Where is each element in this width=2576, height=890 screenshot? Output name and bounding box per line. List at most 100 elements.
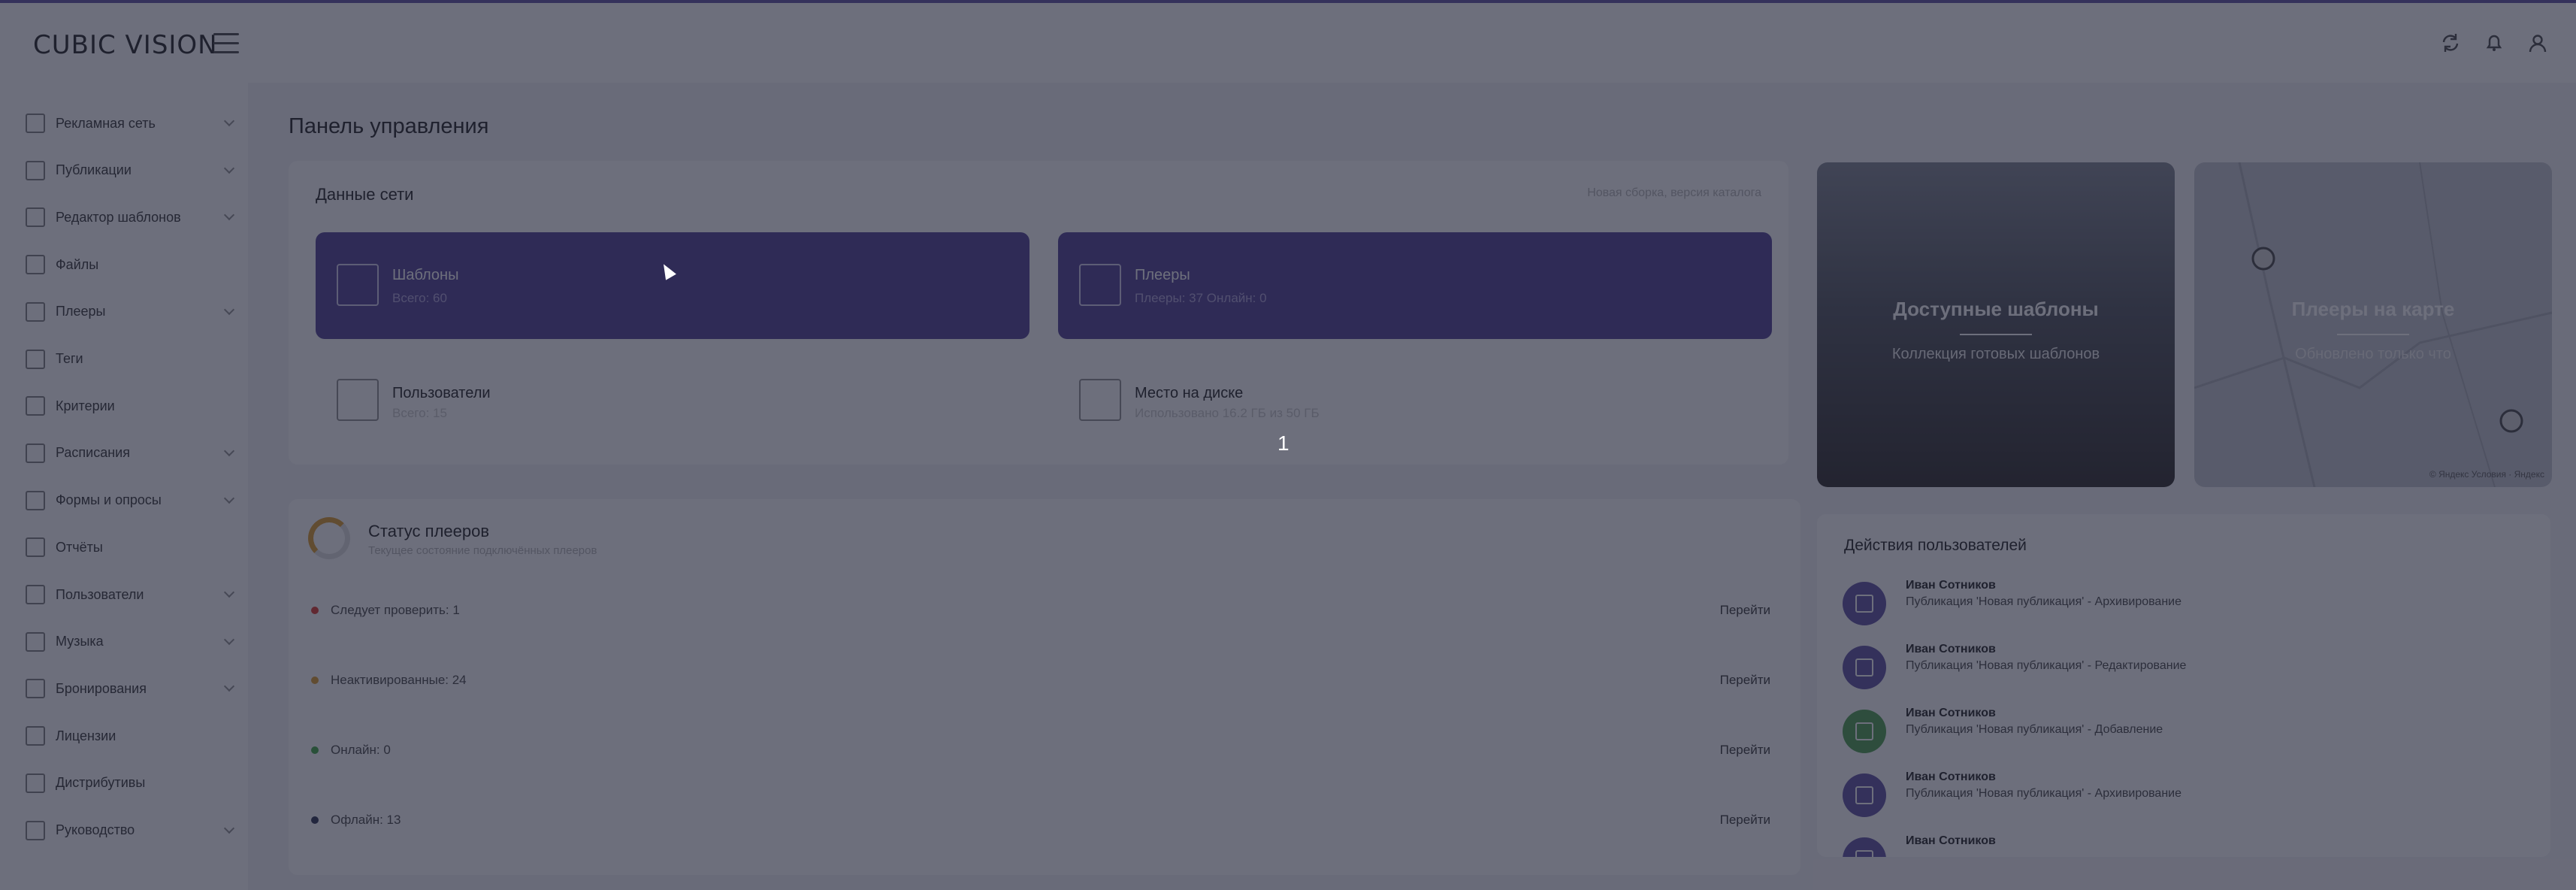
users-icon [26,585,45,604]
sidebar-item[interactable]: Теги [26,344,233,374]
status-label: Офлайн: 13 [331,813,401,827]
user-name: Иван Сотников [1906,707,1996,719]
avatar [1843,837,1886,857]
bell-icon[interactable] [2483,32,2505,54]
action-description: Публикация 'Новая публикация' - Добавлен… [1906,723,2163,736]
go-link[interactable]: Перейти [1720,813,1770,828]
promo-sub: Обновлено только что [2295,346,2451,362]
sidebar-item-label: Музыка [56,634,104,649]
map-background [2194,162,2552,487]
user-actions-card: Действия пользователей Иван Сотников Публ… [1817,514,2550,857]
avatar [1843,710,1886,753]
chevron-down-icon [223,162,235,174]
step-number: 1 [1277,431,1290,455]
map-credit[interactable]: © Яндекс Условия · Яндекс [2429,469,2544,480]
players-map-card[interactable]: Плееры на карте Обновлено только что © Я… [2194,162,2552,487]
manual-icon [26,820,45,840]
available-templates-card[interactable]: Доступные шаблоны Коллекция готовых шабл… [1817,162,2175,487]
sidebar-item[interactable]: Руководство [26,816,235,846]
status-label: Следует проверить: 1 [331,603,460,617]
tile-sub: Использовано 16.2 ГБ из 50 ГБ [1135,406,1320,420]
promo-sub: Коллекция готовых шаблонов [1891,346,2100,362]
promo-title: Плееры на карте [2291,298,2455,320]
booking-icon [26,679,45,699]
sidebar-item[interactable]: Музыка [26,627,235,657]
user-icon[interactable] [2526,32,2549,54]
sidebar-item-label: Плееры [56,304,106,319]
publication-icon [1855,786,1873,804]
chevron-down-icon [223,586,235,598]
tile-sub: Всего: 60 [392,291,447,305]
publication-icon [1855,658,1873,677]
user-name: Иван Сотников [1906,643,1996,655]
tile-disk-space[interactable]: Место на диске Использовано 16.2 ГБ из 5… [1058,358,1772,448]
network-data-title: Данные сети [316,185,414,204]
sidebar-item-label: Файлы [56,256,99,272]
sidebar-item[interactable]: Редактор шаблонов [26,202,235,232]
tile-templates[interactable]: Шаблоны Всего: 60 [316,232,1029,339]
sidebar-item[interactable]: Бронирования [26,674,235,704]
tile-sub: Всего: 15 [392,406,447,420]
sidebar-item[interactable]: Плееры [26,297,235,327]
tile-name: Шаблоны [392,267,459,283]
status-dot [311,677,319,684]
chevron-down-icon [223,634,235,645]
publication-icon [1855,595,1873,613]
status-dot [311,607,319,614]
tile-players[interactable]: Плееры Плееры: 37 Онлайн: 0 [1058,232,1772,339]
sidebar-item-label: Дистрибутивы [56,775,146,791]
sidebar-item-label: Руководство [56,822,135,837]
sidebar: Рекламная сеть Публикации Редактор шаблоно… [0,83,248,890]
network-data-card: Данные сети Новая сборка, версия каталог… [289,161,1788,465]
sidebar-item[interactable]: Расписания [26,438,235,468]
go-link[interactable]: Перейти [1720,673,1770,688]
report-icon [26,537,45,558]
sidebar-item-label: Рекламная сеть [56,115,156,131]
distributive-icon [26,773,45,793]
sidebar-item-label: Редактор шаблонов [56,209,181,225]
criteria-icon [26,396,45,416]
refresh-icon[interactable] [2439,32,2462,54]
sidebar-item[interactable]: Критерии [26,391,233,421]
sidebar-item[interactable]: Пользователи [26,580,235,610]
file-icon [26,255,45,275]
status-row: Офлайн: 13 Перейти [311,805,1770,835]
menu-toggle-icon[interactable] [213,33,239,54]
header-icons [2439,32,2549,54]
sidebar-item[interactable]: Файлы [26,250,233,280]
activity-row: Иван Сотников [1843,834,2535,857]
sidebar-item[interactable]: Формы и опросы [26,486,235,516]
sidebar-item-label: Критерии [56,398,115,413]
player-icon [1079,264,1121,306]
tile-users[interactable]: Пользователи Всего: 15 [316,358,1029,448]
tile-name: Плееры [1135,267,1190,283]
network-data-link[interactable]: Новая сборка, версия каталога [1587,186,1761,200]
sidebar-item-label: Формы и опросы [56,492,162,508]
tile-name: Место на диске [1135,385,1244,401]
activity-row: Иван Сотников Публикация 'Новая публикаци… [1843,707,2535,759]
player-status-card: Статус плееров Текущее состояние подключ… [289,499,1800,875]
go-link[interactable]: Перейти [1720,743,1770,758]
chevron-down-icon [223,822,235,834]
sidebar-item[interactable]: Рекламная сеть [26,108,235,138]
schedule-icon [26,443,45,463]
sidebar-item[interactable]: Отчёты [26,532,233,562]
promo-divider [2337,334,2409,335]
sidebar-item-label: Отчёты [56,539,103,555]
publication-icon [1855,850,1873,857]
status-label: Неактивированные: 24 [331,673,467,687]
license-icon [26,726,45,746]
promo-divider [1960,334,2032,335]
template-icon [337,264,379,306]
avatar [1843,582,1886,625]
sidebar-item[interactable]: Дистрибутивы [26,768,233,798]
user-actions-title: Действия пользователей [1844,537,2027,554]
logo[interactable]: CUBIC VISION [33,30,218,60]
chevron-down-icon [223,681,235,692]
sidebar-item[interactable]: Лицензии [26,721,233,751]
go-link[interactable]: Перейти [1720,603,1770,618]
chevron-down-icon [223,210,235,221]
sidebar-item[interactable]: Публикации [26,156,235,186]
publication-icon [26,160,45,180]
sidebar-item-label: Расписания [56,445,130,461]
